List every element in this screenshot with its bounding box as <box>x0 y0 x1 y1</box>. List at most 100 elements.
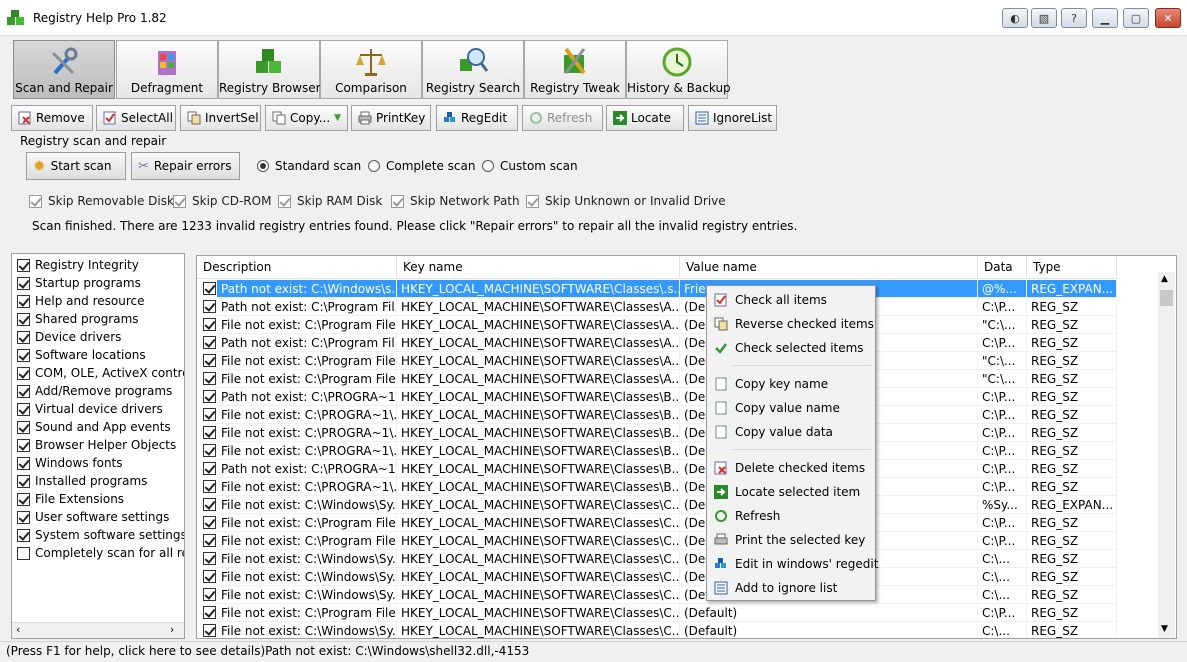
category-checkbox[interactable] <box>17 492 30 506</box>
row-checkbox[interactable] <box>203 462 216 475</box>
row-checkbox[interactable] <box>203 336 216 349</box>
skip-removable-disk[interactable]: Skip Removable Disk <box>29 194 174 208</box>
category-horizontal-scrollbar[interactable]: ‹ › <box>12 622 184 638</box>
row-checkbox[interactable] <box>203 480 216 493</box>
grid-vertical-scrollbar[interactable]: ▲ ▼ <box>1158 272 1175 638</box>
row-checkbox[interactable] <box>203 408 216 421</box>
category-item[interactable]: Completely scan for all regis <box>17 544 184 562</box>
minimize-button[interactable]: ▁ <box>1092 8 1118 28</box>
skin-icon[interactable]: ◐ <box>1002 8 1028 28</box>
category-checkbox[interactable] <box>17 474 30 488</box>
scroll-up-icon[interactable]: ▲ <box>1161 274 1168 284</box>
radio-complete-scan[interactable]: Complete scan <box>368 159 475 173</box>
row-checkbox[interactable] <box>203 588 216 601</box>
tab-scan-and-repair[interactable]: Scan and Repair <box>13 40 115 99</box>
table-row[interactable]: File not exist: C:\Program Files... HKEY_… <box>197 352 1117 370</box>
scroll-right-icon[interactable]: › <box>170 623 174 636</box>
table-row[interactable]: File not exist: C:\Program Files... HKEY_… <box>197 370 1117 388</box>
row-checkbox[interactable] <box>203 534 216 547</box>
row-checkbox[interactable] <box>203 552 216 565</box>
menu-item-locate-selected-item[interactable]: Locate selected item <box>707 480 875 504</box>
row-checkbox[interactable] <box>203 300 216 313</box>
category-item[interactable]: Browser Helper Objects <box>17 436 176 454</box>
table-row[interactable]: Path not exist: C:\Program Fil... HKEY_LO… <box>197 334 1117 352</box>
table-row[interactable]: File not exist: C:\Program Files... HKEY_… <box>197 316 1117 334</box>
help-icon[interactable]: ? <box>1061 8 1087 28</box>
skip-cd-rom[interactable]: Skip CD-ROM <box>173 194 271 208</box>
table-row[interactable]: File not exist: C:\Windows\Sy... HKEY_LOC… <box>197 622 1117 638</box>
category-item[interactable]: Registry Integrity <box>17 256 139 274</box>
tab-registry-tweak[interactable]: Registry Tweak <box>524 40 626 99</box>
category-checkbox[interactable] <box>17 528 30 542</box>
remove-button[interactable]: Remove <box>11 105 93 131</box>
menu-item-copy-key-name[interactable]: Copy key name <box>707 372 875 396</box>
category-checkbox[interactable] <box>17 546 30 560</box>
category-checkbox[interactable] <box>17 456 30 470</box>
col-type[interactable]: Type <box>1027 256 1117 279</box>
table-row[interactable]: File not exist: C:\Program Files... HKEY_… <box>197 514 1117 532</box>
repair-errors-button[interactable]: ✂ Repair errors <box>131 152 240 180</box>
locate-button[interactable]: Locate <box>606 105 684 131</box>
tab-history-backup[interactable]: History & Backup <box>626 40 731 99</box>
category-checkbox[interactable] <box>17 510 30 524</box>
menu-item-copy-value-data[interactable]: Copy value data <box>707 420 875 444</box>
row-checkbox[interactable] <box>203 318 216 331</box>
table-row[interactable]: Path not exist: C:\PROGRA~1\... HKEY_LOCA… <box>197 460 1117 478</box>
print-key-button[interactable]: PrintKey <box>351 105 431 131</box>
row-checkbox[interactable] <box>203 426 216 439</box>
col-value-name[interactable]: Value name <box>680 256 978 279</box>
row-checkbox[interactable] <box>203 624 216 637</box>
table-row[interactable]: File not exist: C:\Program Files... HKEY_… <box>197 532 1117 550</box>
category-item[interactable]: Shared programs <box>17 310 139 328</box>
menu-item-add-to-ignore-list[interactable]: Add to ignore list <box>707 576 875 600</box>
table-row[interactable]: File not exist: C:\Windows\Sy... HKEY_LOC… <box>197 586 1117 604</box>
category-item[interactable]: COM, OLE, ActiveX control <box>17 364 184 382</box>
row-checkbox[interactable] <box>203 444 216 457</box>
category-item[interactable]: Sound and App events <box>17 418 171 436</box>
invert-selection-button[interactable]: InvertSel <box>180 105 261 131</box>
category-item[interactable]: System software settings <box>17 526 184 544</box>
refresh-button[interactable]: Refresh <box>522 105 603 131</box>
row-checkbox[interactable] <box>203 354 216 367</box>
radio-standard-scan[interactable]: Standard scan <box>257 159 361 173</box>
category-checkbox[interactable] <box>17 384 30 398</box>
tab-defragment[interactable]: Defragment <box>116 40 218 99</box>
category-item[interactable]: Virtual device drivers <box>17 400 163 418</box>
category-checkbox[interactable] <box>17 438 30 452</box>
col-description[interactable]: Description <box>197 256 397 279</box>
palette-icon[interactable]: ▧ <box>1031 8 1057 28</box>
category-checkbox[interactable] <box>17 294 30 308</box>
menu-item-refresh[interactable]: Refresh <box>707 504 875 528</box>
category-checkbox[interactable] <box>17 348 30 362</box>
copy-dropdown-button[interactable]: Copy... ▼ <box>265 105 348 131</box>
start-scan-button[interactable]: ✹ Start scan <box>26 152 126 180</box>
row-checkbox[interactable] <box>203 498 216 511</box>
row-checkbox[interactable] <box>203 570 216 583</box>
skip-unknown-drive[interactable]: Skip Unknown or Invalid Drive <box>526 194 726 208</box>
category-checkbox[interactable] <box>17 330 30 344</box>
category-item[interactable]: Startup programs <box>17 274 141 292</box>
select-all-button[interactable]: SelectAll <box>96 105 176 131</box>
tab-comparison[interactable]: Comparison <box>320 40 422 99</box>
status-bar[interactable]: (Press F1 for help, click here to see de… <box>0 641 1187 662</box>
menu-item-check-selected-items[interactable]: Check selected items <box>707 336 875 360</box>
ignore-list-button[interactable]: IgnoreList <box>688 105 777 131</box>
table-row[interactable]: File not exist: C:\Windows\Sy... HKEY_LOC… <box>197 496 1117 514</box>
category-checkbox[interactable] <box>17 258 30 272</box>
regedit-button[interactable]: RegEdit <box>436 105 518 131</box>
close-button[interactable]: ✕ <box>1155 8 1181 28</box>
row-checkbox[interactable] <box>203 516 216 529</box>
category-item[interactable]: Help and resource <box>17 292 144 310</box>
scroll-thumb[interactable] <box>1160 290 1173 306</box>
table-row[interactable]: File not exist: C:\Program Files... HKEY_… <box>197 604 1117 622</box>
tab-registry-browser[interactable]: Registry Browser <box>218 40 321 99</box>
category-checkbox[interactable] <box>17 402 30 416</box>
menu-item-delete-checked-items[interactable]: Delete checked items <box>707 456 875 480</box>
category-item[interactable]: User software settings <box>17 508 169 526</box>
category-item[interactable]: Add/Remove programs <box>17 382 172 400</box>
menu-item-copy-value-name[interactable]: Copy value name <box>707 396 875 420</box>
category-item[interactable]: Software locations <box>17 346 146 364</box>
tab-registry-search[interactable]: Registry Search <box>422 40 524 99</box>
radio-custom-scan[interactable]: Custom scan <box>482 159 578 173</box>
col-key-name[interactable]: Key name <box>397 256 680 279</box>
